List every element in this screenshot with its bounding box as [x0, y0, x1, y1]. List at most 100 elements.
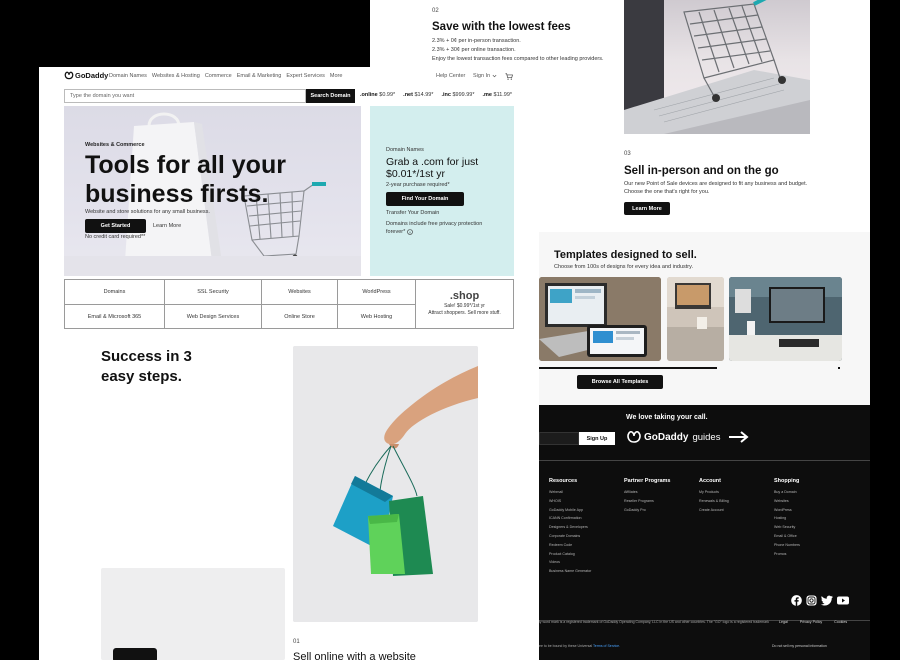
templates-section: Templates designed to sell. Choose from … — [539, 232, 870, 405]
template-preview-laptop[interactable] — [539, 277, 661, 361]
privacy-link[interactable]: Privacy Policy — [800, 620, 822, 624]
help-center-link[interactable]: Help Center — [436, 73, 465, 79]
category-ssl-security[interactable]: SSL Security — [164, 279, 262, 305]
godaddy-logo[interactable]: GoDaddy — [64, 71, 108, 80]
signup-button[interactable]: Sign Up — [579, 432, 615, 445]
footer-link[interactable]: Web Security — [774, 523, 800, 532]
footer-link[interactable]: Product Catalog — [549, 550, 591, 559]
browse-templates-button[interactable]: Browse All Templates — [577, 375, 663, 389]
tld-item[interactable]: .net $14.99* — [403, 92, 433, 98]
tld-name: .online — [360, 92, 378, 98]
promo-title: Grab a .com for just $0.01*/1st yr — [386, 156, 478, 180]
legal-links: Legal Privacy Policy Cookies — [779, 620, 847, 624]
info-icon[interactable] — [407, 229, 414, 235]
tld-price: $14.99* — [414, 92, 434, 98]
get-started-button[interactable]: Get Started — [85, 219, 146, 233]
footer-link[interactable]: My Products — [699, 488, 729, 497]
nav-more[interactable]: More — [330, 73, 343, 79]
nav-commerce[interactable]: Commerce — [205, 73, 232, 79]
instagram-icon[interactable] — [806, 595, 817, 606]
learn-more-button[interactable]: Learn More — [624, 202, 670, 215]
sign-in-menu[interactable]: Sign In — [473, 73, 497, 79]
footer-col-title: Shopping — [774, 478, 800, 484]
front-page: GoDaddy Domain Names Websites & Hosting … — [39, 67, 539, 660]
footer-link[interactable]: Buy a Domain — [774, 488, 800, 497]
category-online-store[interactable]: Online Store — [261, 304, 338, 329]
carousel-end-dot — [838, 367, 840, 369]
tld-item[interactable]: .online $0.99* — [360, 92, 395, 98]
templates-subtitle: Choose from 100s of designs for every id… — [554, 264, 694, 270]
footer-link[interactable]: WordPress — [774, 506, 800, 515]
footer-link[interactable]: WHOIS — [549, 497, 591, 506]
footer-link[interactable]: Reseller Programs — [624, 497, 670, 506]
legal-trademark-text: ly word mark is a registered trademark o… — [539, 620, 769, 624]
cookies-link[interactable]: Cookies — [834, 620, 847, 624]
arrow-right-icon — [729, 431, 750, 443]
nav-expert-services[interactable]: Expert Services — [286, 73, 325, 79]
step-3-title: Sell in-person and on the go — [624, 165, 779, 177]
hero-title-line: Tools for all your — [85, 151, 286, 179]
footer-col-title: Partner Programs — [624, 478, 671, 484]
footer-link[interactable]: ICANN Confirmation — [549, 514, 591, 523]
search-domain-button[interactable]: Search Domain — [306, 89, 355, 103]
footer-link[interactable]: GoDaddy Pro — [624, 506, 670, 515]
tld-item[interactable]: .me $11.99* — [483, 92, 513, 98]
find-your-domain-button[interactable]: Find Your Domain — [386, 192, 464, 206]
category-web-hosting[interactable]: Web Hosting — [337, 304, 416, 329]
domain-search-input[interactable]: Type the domain you want — [64, 89, 306, 103]
template-preview-kitchen[interactable] — [667, 277, 724, 361]
footer-link[interactable]: Webmail — [549, 488, 591, 497]
footer-link[interactable]: Hosting — [774, 514, 800, 523]
category-domains[interactable]: Domains — [64, 279, 165, 305]
do-not-sell-link[interactable]: Do not sell my personal information — [772, 644, 827, 648]
tld-item[interactable]: .inc $999.99* — [441, 92, 474, 98]
legal-link[interactable]: Legal — [779, 620, 788, 624]
steps-heading-line: easy steps. — [101, 368, 182, 385]
footer-link[interactable]: Corporate Domains — [549, 532, 591, 541]
footer-link[interactable]: Renewals & Billing — [699, 497, 729, 506]
step-1-number: 01 — [293, 639, 300, 645]
footer-link[interactable]: Promos — [774, 550, 800, 559]
category-web-design[interactable]: Web Design Services — [164, 304, 262, 329]
learn-more-link[interactable]: Learn More — [153, 223, 181, 229]
footer-link[interactable]: Designers & Developers — [549, 523, 591, 532]
footer-divider — [539, 460, 870, 461]
twitter-icon[interactable] — [821, 595, 833, 606]
nav-domain-names[interactable]: Domain Names — [109, 73, 147, 79]
step-2-number: 02 — [432, 8, 439, 14]
step-3-line: Choose the one that's right for you. — [624, 189, 710, 195]
footer-link[interactable]: Create Account — [699, 506, 729, 515]
footer-link[interactable]: Business Name Generator — [549, 567, 591, 576]
step-2-title: Save with the lowest fees — [432, 21, 571, 33]
tld-prices: .online $0.99* .net $14.99* .inc $999.99… — [360, 92, 512, 98]
footer-email-input[interactable] — [539, 432, 579, 445]
facebook-icon[interactable] — [791, 595, 802, 606]
shop-tld-promo[interactable]: .shop Sale! $0.99*/1st yr Attract shoppe… — [415, 279, 514, 329]
hero-subtitle: Website and store solutions for any smal… — [85, 209, 210, 215]
steps-heading-line: Success in 3 — [101, 348, 192, 365]
footer-link[interactable]: Affiliates — [624, 488, 670, 497]
footer-link[interactable]: Redeem Code — [549, 541, 591, 550]
cart-icon[interactable] — [505, 73, 513, 80]
nav-websites-hosting[interactable]: Websites & Hosting — [152, 73, 200, 79]
nav-email-marketing[interactable]: Email & Marketing — [237, 73, 282, 79]
category-email-microsoft[interactable]: Email & Microsoft 365 — [64, 304, 165, 329]
godaddy-guides-logo[interactable]: GoDaddy guides — [626, 430, 750, 444]
footer-link[interactable]: Videos — [549, 558, 591, 567]
transfer-domain-link[interactable]: Transfer Your Domain — [386, 210, 439, 216]
privacy-line: forever* — [386, 229, 406, 235]
category-wordpress[interactable]: WorldPress — [337, 279, 416, 305]
footer: We love taking your call. Sign Up GoDadd… — [539, 405, 870, 660]
shop-sale: Sale! $0.99*/1st yr — [444, 303, 485, 309]
steps-heading: Success in 3 easy steps. — [101, 347, 192, 387]
footer-link[interactable]: Phone Numbers — [774, 541, 800, 550]
youtube-icon[interactable] — [837, 595, 849, 606]
footer-link[interactable]: Email & Office — [774, 532, 800, 541]
category-websites[interactable]: Websites — [261, 279, 338, 305]
footer-link[interactable]: Websites — [774, 497, 800, 506]
step-1-photo — [101, 568, 285, 660]
terms-link[interactable]: Terms of Service. — [593, 644, 620, 648]
tld-name: .net — [403, 92, 413, 98]
template-preview-desk[interactable] — [729, 277, 842, 361]
footer-link[interactable]: GoDaddy Mobile App — [549, 506, 591, 515]
